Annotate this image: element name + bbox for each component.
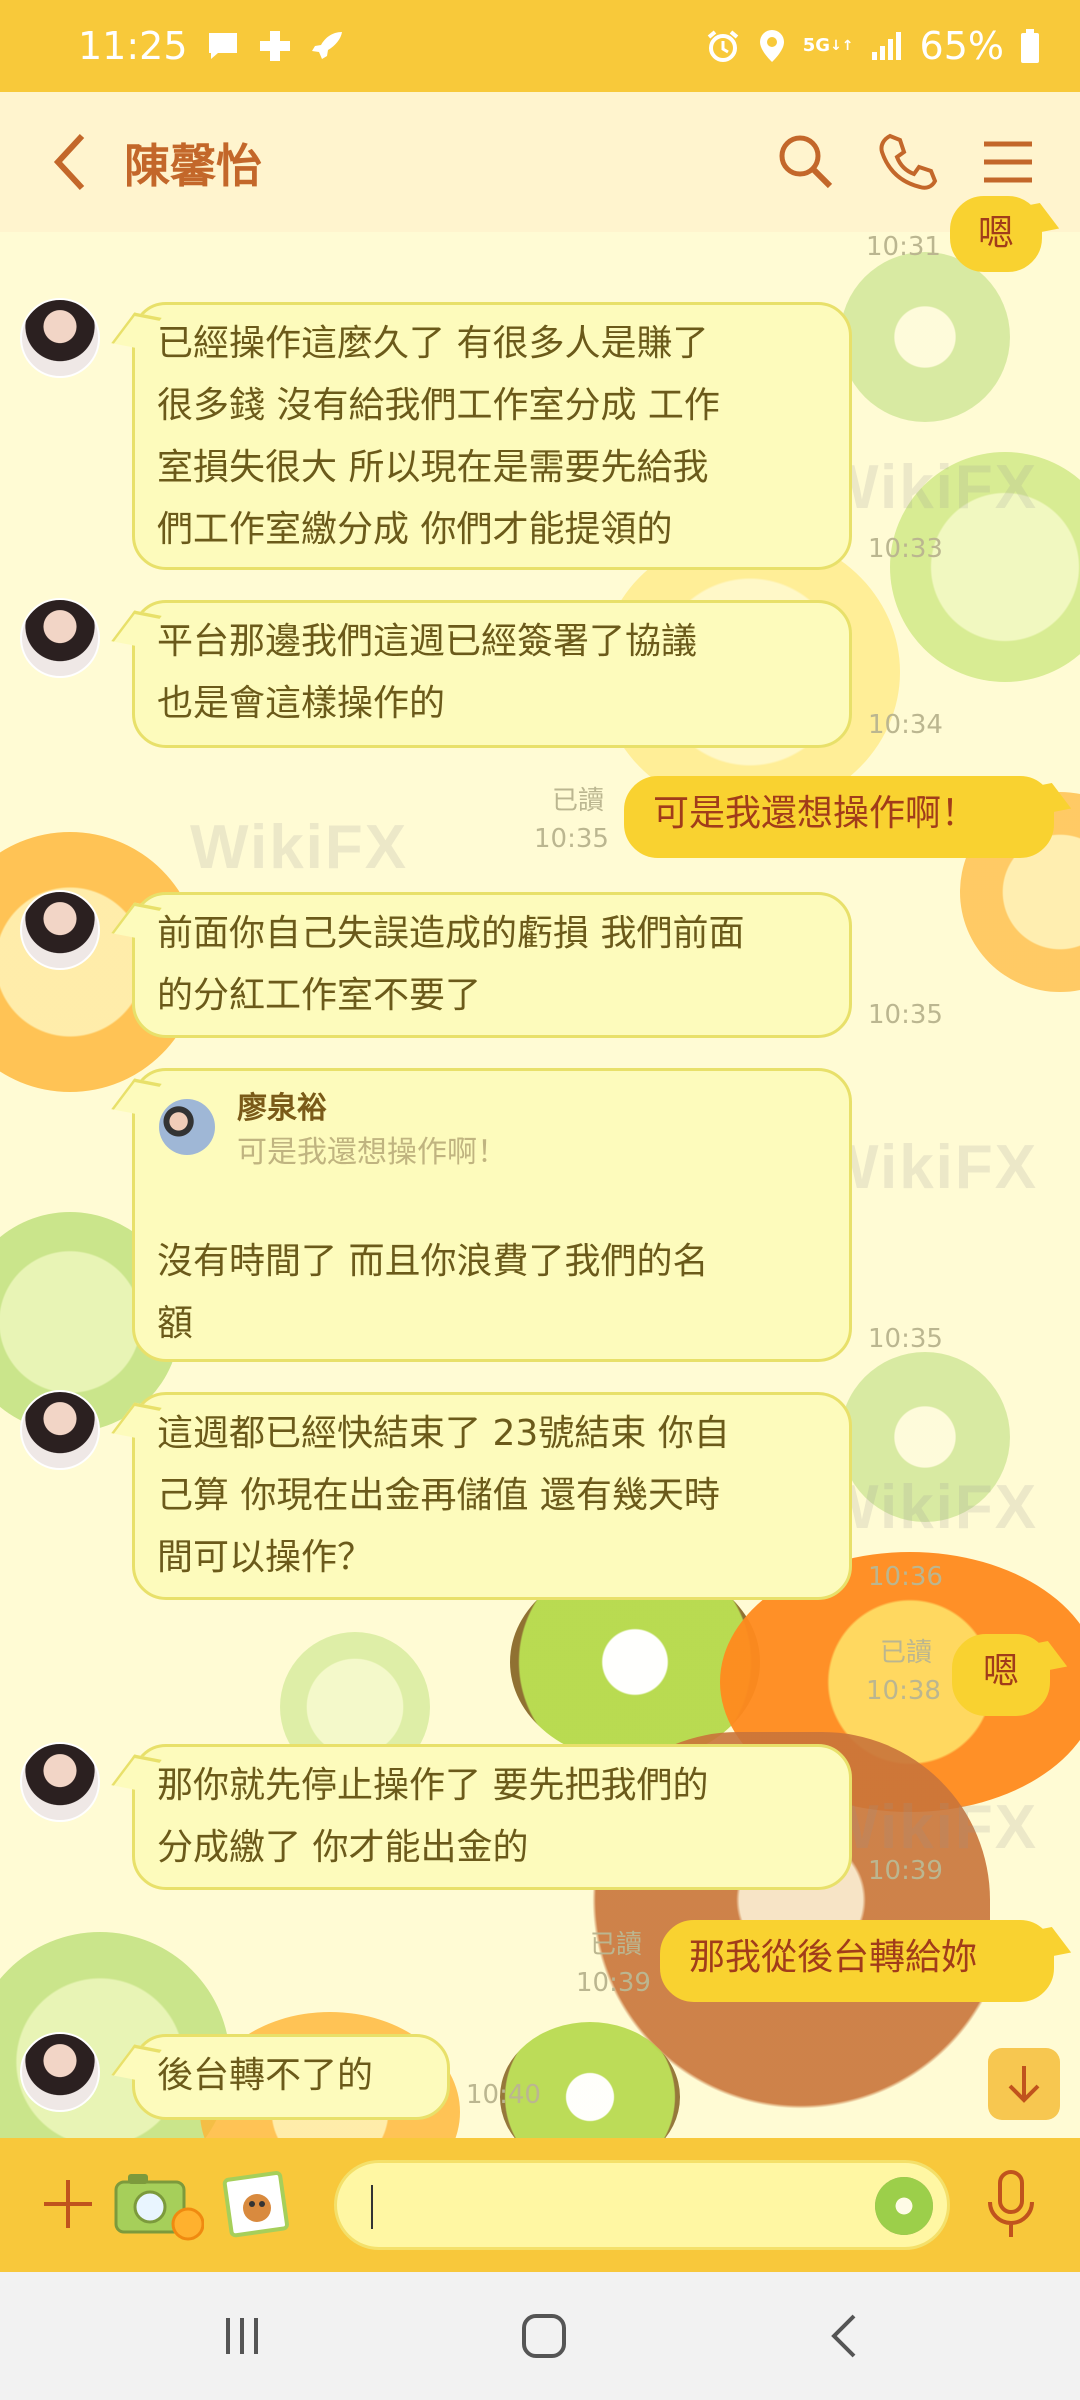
text-cursor: [371, 2185, 373, 2229]
message-line: 那你就先停止操作了 要先把我們的: [157, 1765, 709, 1806]
message-time: 10:33: [868, 534, 943, 564]
message-text: 後台轉不了的: [157, 2055, 374, 2096]
incoming-message-bubble[interactable]: 後台轉不了的: [132, 2034, 450, 2120]
home-icon[interactable]: [514, 2306, 574, 2366]
message-line: 也是會這樣操作的: [157, 683, 446, 724]
message-line: 已經操作這麼久了 有很多人是賺了: [157, 323, 709, 364]
read-receipt: 已讀: [589, 1930, 642, 1960]
back-icon[interactable]: [816, 2306, 876, 2366]
message-time: 10:36: [868, 1562, 943, 1592]
message-time: 10:40: [466, 2080, 541, 2110]
message-input[interactable]: [334, 2160, 950, 2250]
read-receipt: 已讀: [551, 786, 604, 816]
message-text: 嗯: [977, 213, 1014, 254]
message-line: 這週都已經快結束了 23號結束 你自: [157, 1413, 730, 1454]
plus-icon[interactable]: [40, 2176, 96, 2232]
message-line: 的分紅工作室不要了: [157, 975, 482, 1016]
camera-icon[interactable]: [112, 2168, 204, 2242]
message-time: 10:38: [866, 1676, 941, 1706]
contact-avatar[interactable]: [20, 890, 100, 970]
read-receipt: 已讀: [879, 1638, 932, 1668]
message-line: 間可以操作？: [157, 1537, 374, 1578]
message-line: 很多錢 沒有給我們工作室分成 工作: [157, 385, 720, 426]
quoted-sender-name: 廖泉裕: [237, 1091, 327, 1126]
message-text: 可是我還想操作啊！: [653, 793, 978, 834]
incoming-message-bubble[interactable]: 平台那邊我們這週已經簽署了協議 也是會這樣操作的: [132, 600, 852, 748]
message-body: 沒有時間了 而且你浪費了我們的名 額: [157, 1231, 708, 1355]
message-line: 室損失很大 所以現在是需要先給我: [157, 447, 709, 488]
microphone-icon[interactable]: [984, 2168, 1038, 2242]
recent-apps-icon[interactable]: [212, 2306, 272, 2366]
system-navigation-bar: [0, 2272, 1080, 2400]
message-time: 10:39: [868, 1856, 943, 1886]
contact-avatar[interactable]: [20, 298, 100, 378]
outgoing-message-bubble[interactable]: 嗯: [952, 1634, 1050, 1716]
contact-avatar[interactable]: [20, 2032, 100, 2112]
gallery-icon[interactable]: [222, 2170, 292, 2240]
message-line: 平台那邊我們這週已經簽署了協議: [157, 621, 698, 662]
message-time: 10:35: [534, 824, 609, 854]
contact-avatar[interactable]: [20, 1390, 100, 1470]
outgoing-message-bubble[interactable]: 嗯: [950, 196, 1042, 272]
sticker-icon[interactable]: [875, 2177, 933, 2235]
outgoing-message-bubble[interactable]: 可是我還想操作啊！: [624, 776, 1054, 858]
scroll-to-bottom-button[interactable]: [988, 2048, 1060, 2120]
reply-message-bubble[interactable]: 廖泉裕 可是我還想操作啊！ 沒有時間了 而且你浪費了我們的名 額: [132, 1068, 852, 1362]
quoted-avatar: [159, 1099, 215, 1155]
incoming-message-bubble[interactable]: 那你就先停止操作了 要先把我們的 分成繳了 你才能出金的: [132, 1744, 852, 1890]
message-line: 額: [157, 1303, 194, 1344]
quoted-message[interactable]: 廖泉裕 可是我還想操作啊！: [159, 1091, 759, 1183]
quoted-message-text: 可是我還想操作啊！: [237, 1135, 507, 1170]
message-time: 10:34: [868, 710, 943, 740]
message-list: 10:31 嗯 已經操作這麼久了 有很多人是賺了 很多錢 沒有給我們工作室分成 …: [0, 0, 1080, 2400]
contact-avatar[interactable]: [20, 1742, 100, 1822]
message-time: 10:39: [576, 1968, 651, 1998]
message-time: 10:35: [868, 1324, 943, 1354]
outgoing-message-bubble[interactable]: 那我從後台轉給妳: [660, 1920, 1054, 2002]
message-input-bar: [0, 2138, 1080, 2272]
contact-avatar[interactable]: [20, 598, 100, 678]
arrow-down-icon: [1008, 2066, 1040, 2103]
message-line: 沒有時間了 而且你浪費了我們的名: [157, 1241, 709, 1282]
message-line: 前面你自己失誤造成的虧損 我們前面: [157, 913, 745, 954]
message-time: 10:31: [866, 232, 941, 262]
message-line: 們工作室繳分成 你們才能提領的: [157, 509, 673, 550]
message-time: 10:35: [868, 1000, 943, 1030]
message-line: 分成繳了 你才能出金的: [157, 1827, 529, 1868]
message-text: 那我從後台轉給妳: [689, 1937, 978, 1978]
incoming-message-bubble[interactable]: 前面你自己失誤造成的虧損 我們前面 的分紅工作室不要了: [132, 892, 852, 1038]
message-text: 嗯: [982, 1651, 1019, 1692]
incoming-message-bubble[interactable]: 這週都已經快結束了 23號結束 你自 己算 你現在出金再儲值 還有幾天時 間可以…: [132, 1392, 852, 1600]
incoming-message-bubble[interactable]: 已經操作這麼久了 有很多人是賺了 很多錢 沒有給我們工作室分成 工作 室損失很大…: [132, 302, 852, 570]
message-line: 己算 你現在出金再儲值 還有幾天時: [157, 1475, 720, 1516]
